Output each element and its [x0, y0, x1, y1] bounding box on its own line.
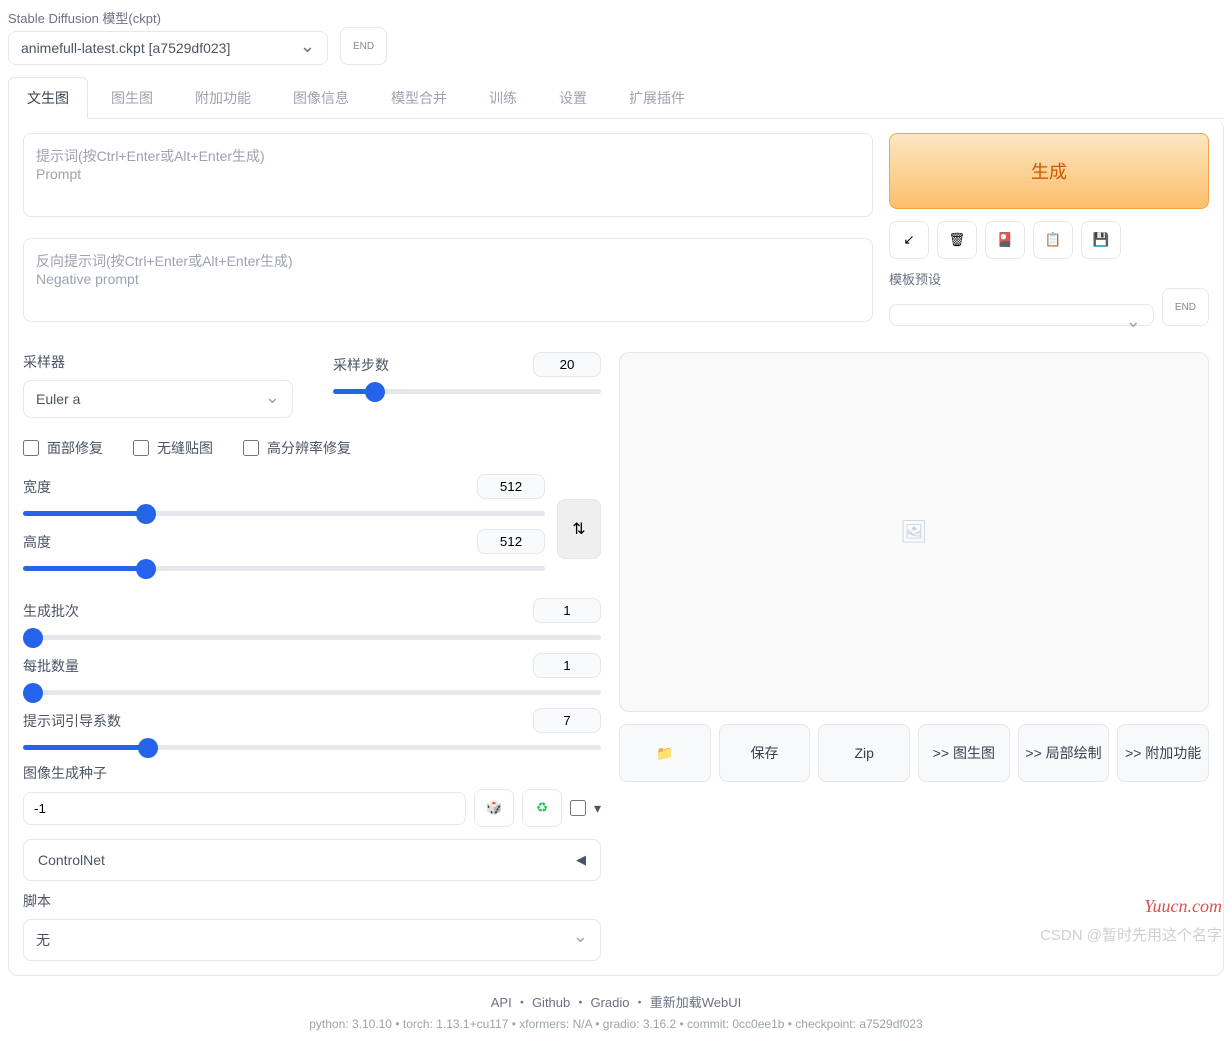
tab-settings[interactable]: 设置	[540, 77, 606, 119]
tab-extensions[interactable]: 扩展插件	[610, 77, 704, 119]
clear-button[interactable]: 🗑	[937, 221, 977, 259]
watermark-csdn: CSDN @暂时先用这个名字	[1040, 924, 1222, 945]
styles-button[interactable]: 🎴	[985, 221, 1025, 259]
width-input[interactable]	[477, 474, 545, 499]
cfg-label: 提示词引导系数	[23, 711, 121, 731]
steps-slider[interactable]	[333, 389, 601, 394]
batch-size-label: 每批数量	[23, 656, 79, 676]
seed-label: 图像生成种子	[23, 765, 107, 781]
sampler-dropdown[interactable]: Euler a	[23, 380, 293, 418]
random-seed-button[interactable]: 🎲	[474, 789, 514, 827]
generate-button[interactable]: 生成	[889, 133, 1209, 209]
model-label: Stable Diffusion 模型(ckpt)	[8, 8, 328, 27]
tiling-checkbox[interactable]: 无缝贴图	[133, 438, 213, 458]
height-label: 高度	[23, 532, 51, 552]
preset-dropdown[interactable]	[889, 304, 1154, 326]
controlnet-label: ControlNet	[38, 852, 105, 868]
main-tabs: 文生图 图生图 附加功能 图像信息 模型合并 训练 设置 扩展插件	[8, 77, 1224, 119]
footer: API ・ Github ・ Gradio ・ 重新加载WebUI python…	[8, 992, 1224, 1031]
hires-checkbox[interactable]: 高分辨率修复	[243, 438, 351, 458]
output-preview: 🖼	[619, 352, 1209, 712]
batch-count-slider[interactable]	[23, 635, 601, 640]
footer-links[interactable]: API ・ Github ・ Gradio ・ 重新加载WebUI	[8, 992, 1224, 1011]
send-inpaint-button[interactable]: >> 局部绘制	[1018, 724, 1110, 782]
footer-meta: python: 3.10.10 • torch: 1.13.1+cu117 • …	[8, 1017, 1224, 1031]
width-slider[interactable]	[23, 511, 545, 516]
send-img2img-button[interactable]: >> 图生图	[918, 724, 1010, 782]
seed-input[interactable]	[23, 792, 466, 825]
steps-label: 采样步数	[333, 355, 389, 375]
height-input[interactable]	[477, 529, 545, 554]
save-style-button[interactable]: 💾	[1081, 221, 1121, 259]
model-value: animefull-latest.ckpt [a7529df023]	[21, 40, 230, 56]
batch-count-input[interactable]	[533, 598, 601, 623]
width-label: 宽度	[23, 477, 51, 497]
batch-count-label: 生成批次	[23, 601, 79, 621]
script-label: 脚本	[23, 891, 601, 911]
preset-apply-button[interactable]: END	[1162, 288, 1209, 326]
sampler-label: 采样器	[23, 352, 293, 372]
height-slider[interactable]	[23, 566, 545, 571]
save-button[interactable]: 保存	[719, 724, 811, 782]
script-dropdown[interactable]: 无	[23, 919, 601, 961]
model-refresh-button[interactable]: END	[340, 27, 387, 65]
send-extras-button[interactable]: >> 附加功能	[1117, 724, 1209, 782]
tab-merge[interactable]: 模型合并	[372, 77, 466, 119]
cfg-slider[interactable]	[23, 745, 601, 750]
batch-size-input[interactable]	[533, 653, 601, 678]
interrogate-button[interactable]: ↙	[889, 221, 929, 259]
tab-txt2img[interactable]: 文生图	[8, 77, 88, 119]
seed-extra-arrow[interactable]: ▾	[594, 800, 601, 817]
accordion-arrow-icon: ◀	[576, 852, 586, 868]
model-dropdown[interactable]: animefull-latest.ckpt [a7529df023]	[8, 31, 328, 65]
tab-train[interactable]: 训练	[470, 77, 536, 119]
controlnet-accordion[interactable]: ControlNet ◀	[23, 839, 601, 881]
seed-extra-checkbox[interactable]	[570, 800, 586, 816]
open-folder-button[interactable]: 📁	[619, 724, 711, 782]
watermark-yuucn: Yuucn.com	[1144, 896, 1222, 917]
tab-pnginfo[interactable]: 图像信息	[274, 77, 368, 119]
tab-extras[interactable]: 附加功能	[176, 77, 270, 119]
cfg-input[interactable]	[533, 708, 601, 733]
batch-size-slider[interactable]	[23, 690, 601, 695]
face-restore-checkbox[interactable]: 面部修复	[23, 438, 103, 458]
reuse-seed-button[interactable]: ♻	[522, 789, 562, 827]
steps-input[interactable]	[533, 352, 601, 377]
image-placeholder-icon: 🖼	[900, 519, 928, 545]
tab-img2img[interactable]: 图生图	[92, 77, 172, 119]
zip-button[interactable]: Zip	[818, 724, 910, 782]
preset-label: 模板预设	[889, 272, 941, 287]
negative-prompt-input[interactable]	[23, 238, 873, 322]
prompt-input[interactable]	[23, 133, 873, 217]
paste-button[interactable]: 📋	[1033, 221, 1073, 259]
swap-dimensions-button[interactable]: ⇅	[557, 499, 601, 559]
